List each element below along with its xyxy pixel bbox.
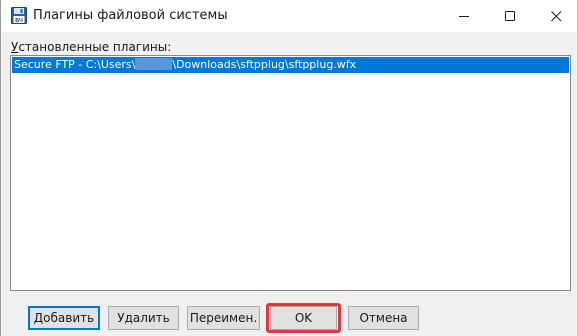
installed-plugins-label: Установленные плагины: [11, 40, 171, 54]
plugins-dialog: БЧ Плагины файловой системы Установленны… [0, 0, 578, 336]
plugins-listbox[interactable]: Secure FTP - C:\Users\ \Downloads\sftpplu… [10, 55, 571, 291]
plugin-path-end: \Downloads\sftpplug\sftpplug.wfx [172, 58, 357, 71]
close-icon [550, 10, 561, 21]
maximize-button[interactable] [487, 0, 533, 32]
plugin-path-start: Secure FTP - C:\Users\ [14, 58, 136, 71]
svg-text:БЧ: БЧ [15, 18, 23, 24]
cancel-button[interactable]: Отмена [348, 306, 419, 330]
maximize-icon [504, 10, 515, 21]
redacted-username [135, 58, 173, 70]
title-bar[interactable]: БЧ Плагины файловой системы [1, 0, 577, 32]
ok-button[interactable]: OK [270, 306, 337, 330]
floppy-disk-icon: БЧ [11, 7, 27, 24]
close-button[interactable] [533, 0, 578, 32]
minimize-button[interactable] [441, 0, 487, 32]
minimize-icon [458, 15, 469, 17]
list-item[interactable]: Secure FTP - C:\Users\ \Downloads\sftpplu… [12, 57, 569, 73]
rename-button[interactable]: Переимен. [187, 306, 260, 330]
window-title: Плагины файловой системы [33, 8, 228, 23]
remove-button[interactable]: Удалить [108, 306, 179, 330]
add-button[interactable]: Добавить [28, 306, 100, 330]
installed-plugins-label-text: становленные плагины: [18, 40, 172, 54]
